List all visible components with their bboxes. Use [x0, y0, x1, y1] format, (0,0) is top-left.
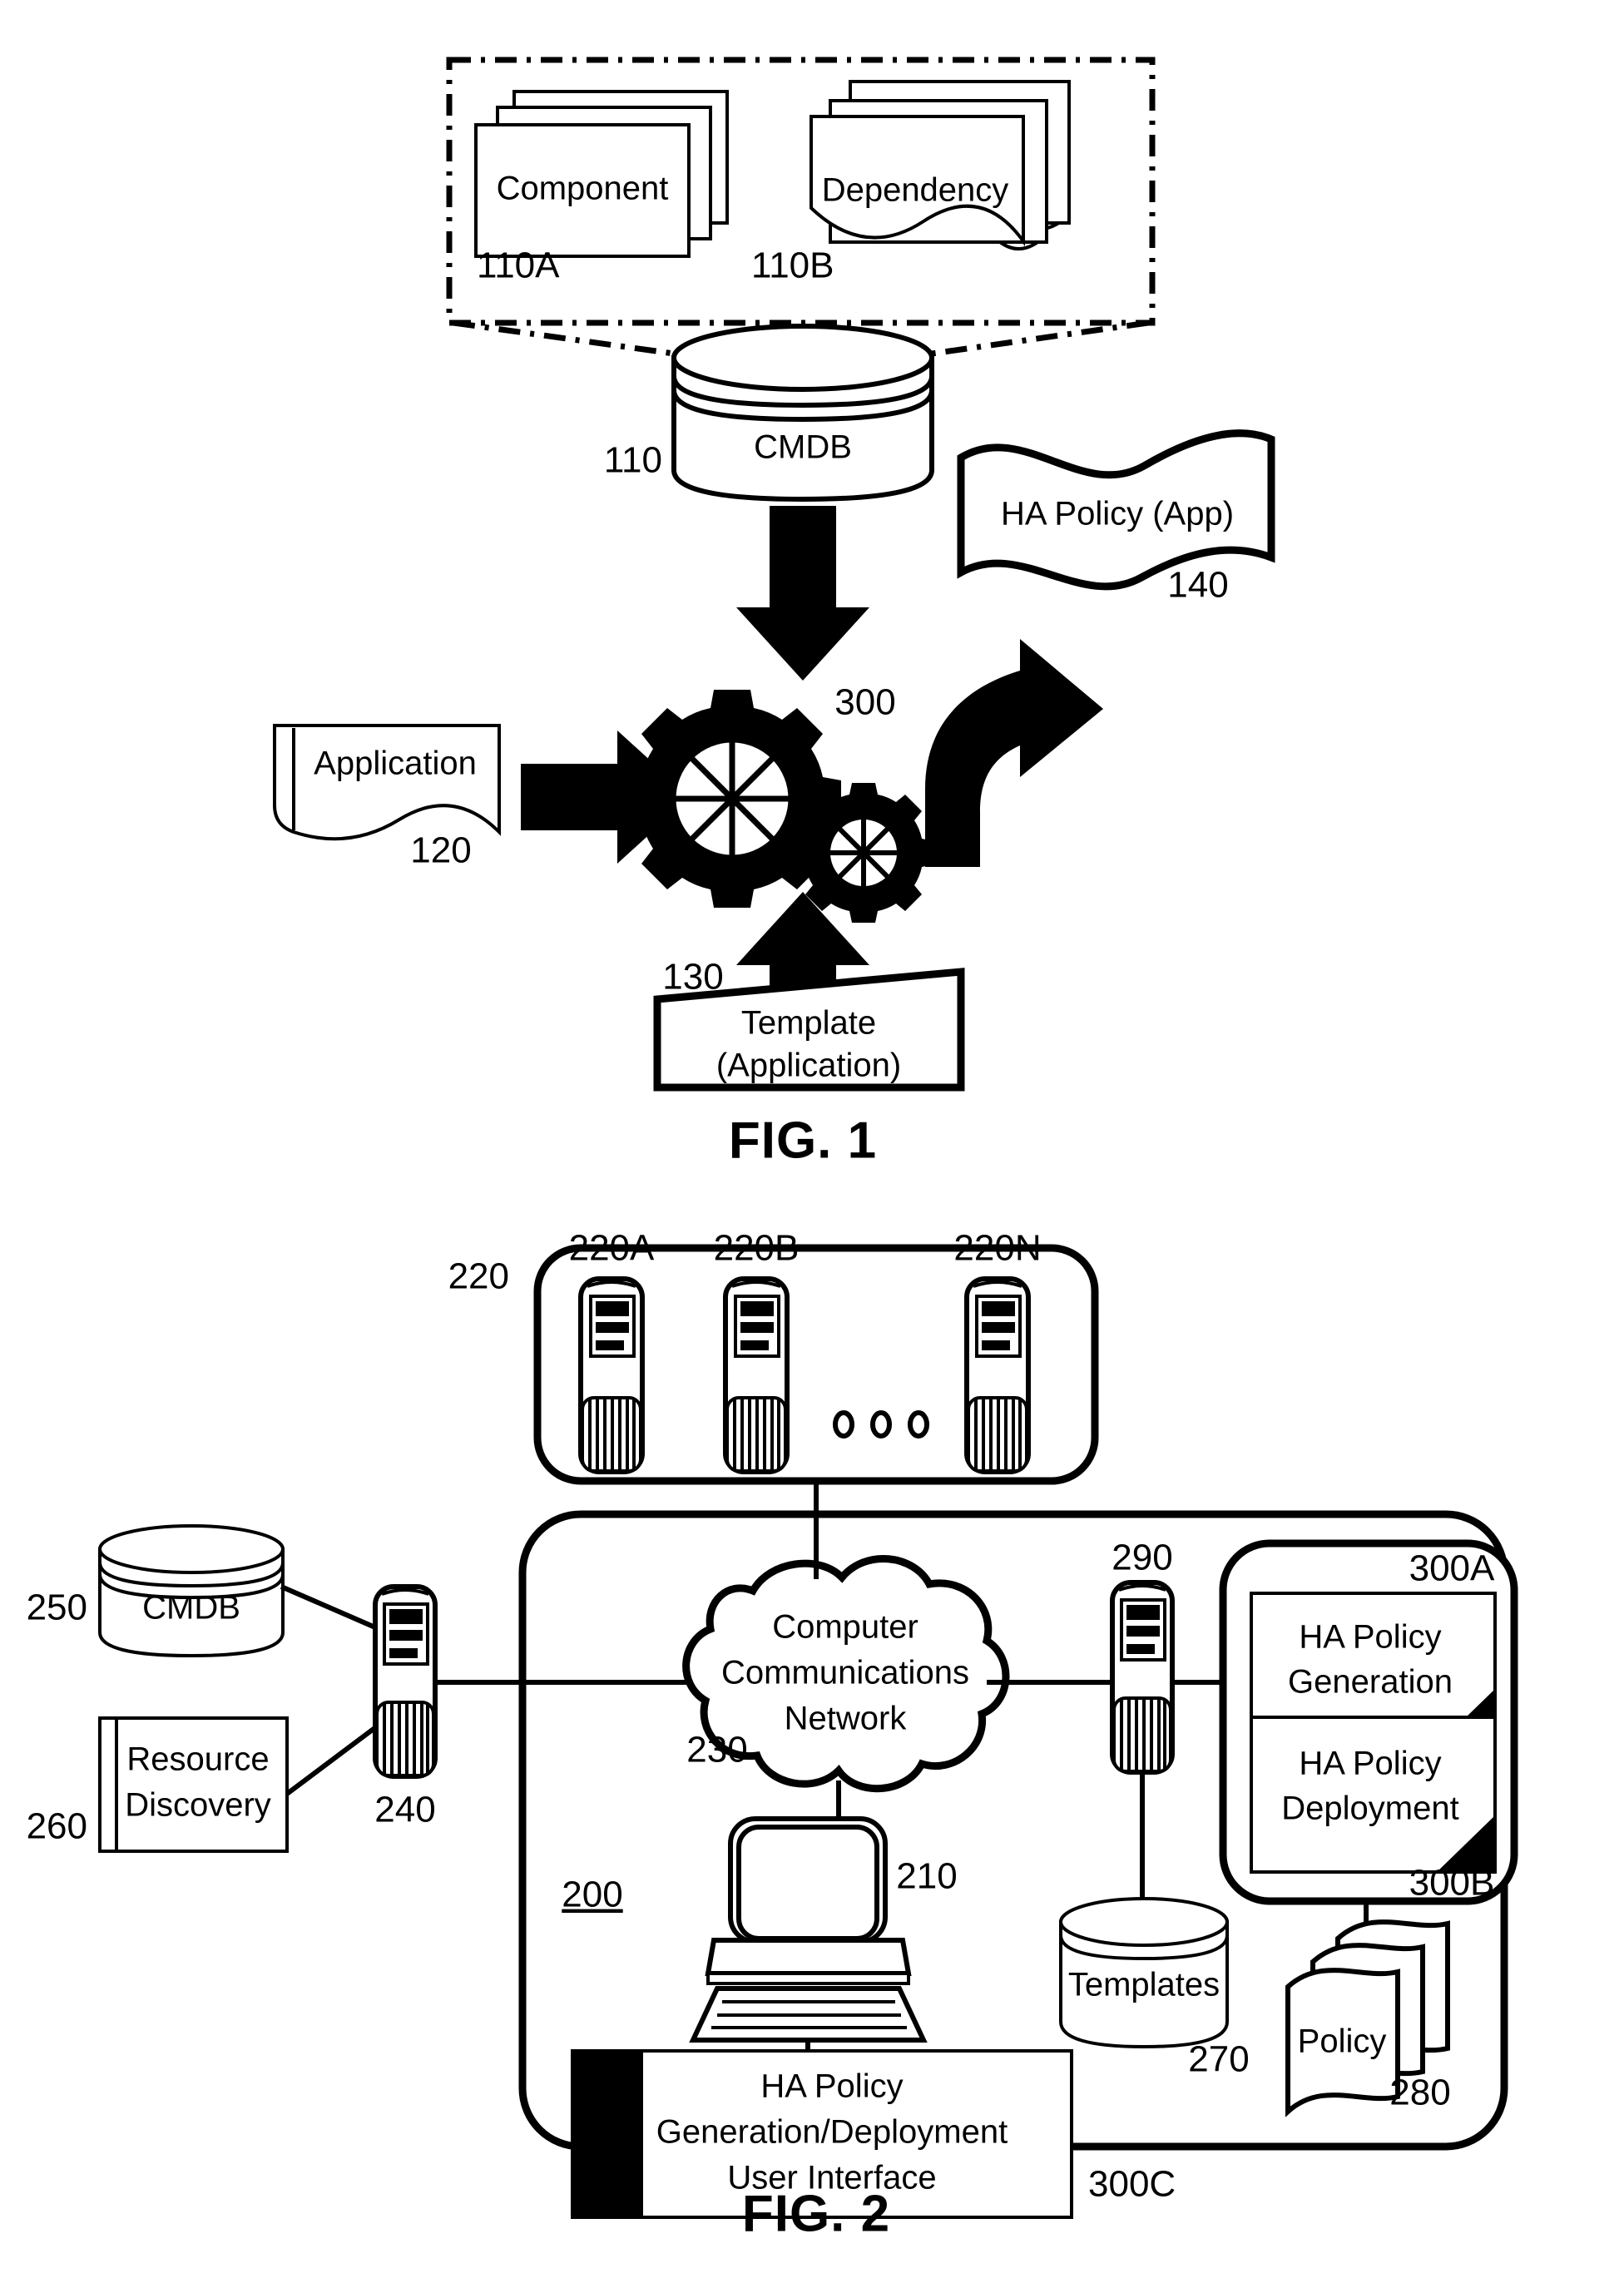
resource-discovery-line1: Resource — [126, 1741, 269, 1778]
data-server-ref: 240 — [374, 1790, 435, 1830]
network-ref: 230 — [686, 1730, 747, 1770]
host-ellipsis — [833, 1410, 929, 1439]
ha-policy-generation-line2: Generation — [1288, 1664, 1453, 1701]
discovery-to-server-link — [285, 1724, 379, 1796]
server-220a — [578, 1276, 645, 1474]
ui-box-line1: HA Policy — [760, 2068, 903, 2105]
ha-policy-deployment-line1: HA Policy — [1299, 1746, 1441, 1782]
network-line2: Communications — [721, 1655, 969, 1691]
host-220n-ref: 220N — [953, 1228, 1041, 1269]
resource-discovery-line2: Discovery — [125, 1787, 271, 1824]
host-220b-ref: 220B — [714, 1228, 800, 1269]
templates-ref: 270 — [1188, 2039, 1249, 2080]
cmdb-250-ref: 250 — [27, 1587, 87, 1628]
policy-ref: 280 — [1389, 2073, 1450, 2113]
figure-2: 220 220A 220B 220N CMDB 250 Resource Dis… — [27, 1228, 1518, 2242]
workstation-ref: 210 — [896, 1856, 957, 1897]
host-group-ref: 220 — [448, 1256, 509, 1297]
server-220n — [964, 1276, 1031, 1474]
cmdb-to-server-link — [280, 1584, 377, 1630]
cmdb-250-label: CMDB — [142, 1590, 240, 1627]
ha-policy-generation-ref: 300A — [1409, 1548, 1495, 1589]
ha-policy-deployment-line2: Deployment — [1281, 1790, 1458, 1827]
host-220a-ref: 220A — [569, 1228, 655, 1269]
server-220b — [723, 1276, 790, 1474]
resource-discovery-ref: 260 — [27, 1806, 87, 1847]
network-line3: Network — [785, 1701, 908, 1737]
policy-label: Policy — [1298, 2023, 1387, 2060]
templates-label: Templates — [1068, 1967, 1220, 2003]
policy-server-ref: 290 — [1112, 1538, 1172, 1578]
ha-policy-generation-line1: HA Policy — [1299, 1619, 1441, 1656]
ha-policy-deployment-ref: 300B — [1409, 1863, 1495, 1904]
ui-box-line2: Generation/Deployment — [656, 2114, 1008, 2151]
data-server-240 — [373, 1584, 438, 1779]
ui-box-ref: 300C — [1088, 2164, 1176, 2205]
patent-drawing-sheet: Component 110A Dependency 110B CMDB 110 … — [0, 0, 1624, 2288]
system-ref: 200 — [562, 1874, 622, 1915]
network-line1: Computer — [772, 1609, 918, 1646]
resource-discovery-box — [98, 1716, 289, 1853]
figure-2-title: FIG. 2 — [742, 2185, 890, 2242]
